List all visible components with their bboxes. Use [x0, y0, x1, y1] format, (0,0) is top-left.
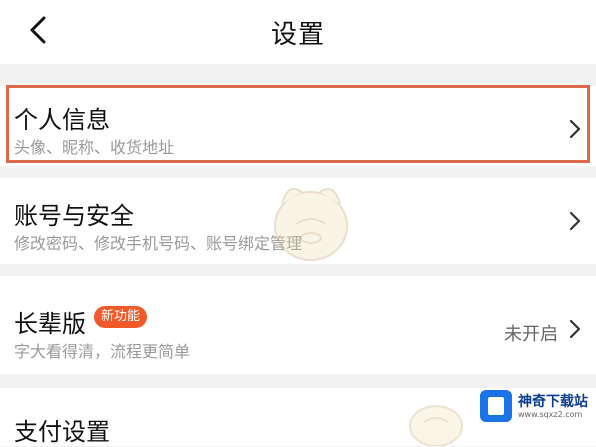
settings-item-title: 账号与安全 — [14, 202, 134, 230]
settings-item-subtitle: 头像、昵称、收货地址 — [14, 138, 175, 157]
logo-brand: 神奇下载站 — [518, 394, 588, 410]
settings-item-subtitle: 修改密码、修改手机号码、账号绑定管理 — [14, 234, 303, 253]
page-title: 设置 — [270, 20, 325, 50]
chevron-right-icon — [569, 119, 581, 139]
settings-item-subtitle: 字大看得清，流程更简单 — [14, 342, 191, 361]
settings-item-elder-mode[interactable]: 长辈版 新功能 字大看得清，流程更简单 未开启 — [0, 276, 596, 374]
settings-item-account-security[interactable]: 账号与安全 修改密码、修改手机号码、账号绑定管理 — [0, 178, 596, 264]
logo-icon — [480, 390, 512, 422]
settings-item-title: 个人信息 — [14, 106, 110, 134]
chevron-right-icon — [569, 319, 581, 339]
site-logo-watermark: 神奇下载站 www.sqxz2.com — [480, 390, 592, 426]
settings-item-title: 支付设置 — [14, 418, 110, 446]
status-value: 未开启 — [504, 324, 558, 345]
new-feature-badge: 新功能 — [94, 306, 148, 328]
settings-item-title: 长辈版 — [14, 310, 86, 338]
logo-url: www.sqxz2.com — [518, 410, 583, 419]
header-bar: 设置 — [0, 0, 596, 64]
chevron-right-icon — [569, 211, 581, 231]
settings-item-personal-info[interactable]: 个人信息 头像、昵称、收货地址 — [0, 86, 596, 166]
